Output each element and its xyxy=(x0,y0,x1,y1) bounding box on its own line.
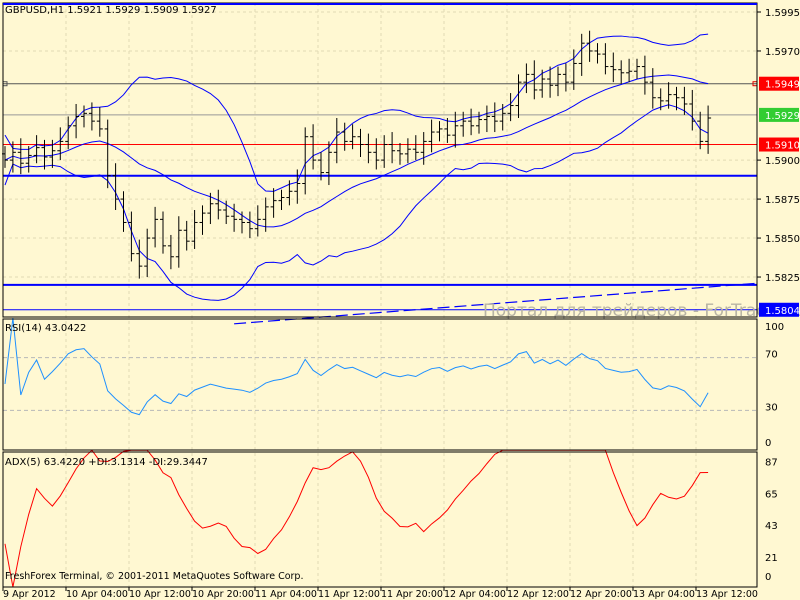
chart-background xyxy=(0,0,800,600)
adx-tick-label: 65 xyxy=(765,489,778,500)
time-tick-label: 11 Apr 20:00 xyxy=(381,589,443,600)
time-tick-label: 12 Apr 12:00 xyxy=(507,589,569,600)
price-label: 1.5949 xyxy=(765,80,800,91)
adx-tick-label: 21 xyxy=(765,553,778,564)
price-tick-label: 1.5995 xyxy=(765,8,800,19)
time-tick-label: 12 Apr 20:00 xyxy=(570,589,632,600)
price-tick-label: 1.5850 xyxy=(765,234,800,245)
price-tick-label: 1.5970 xyxy=(765,47,800,58)
price-label: 1.5910 xyxy=(765,141,800,152)
price-tick-label: 1.5825 xyxy=(765,273,800,284)
rsi-label: RSI(14) 43.0422 xyxy=(5,323,86,334)
price-label: 1.5929 xyxy=(765,111,800,122)
price-tick-label: 1.5875 xyxy=(765,195,800,206)
trading-chart[interactable]: Портал для трейдеров - ForTrader.ru 1.59… xyxy=(0,0,800,600)
adx-label: ADX(5) 63.4220 +DI:3.1314 -DI:29.3447 xyxy=(5,457,208,468)
rsi-tick-label: 100 xyxy=(765,322,784,333)
adx-tick-label: 0 xyxy=(765,572,771,583)
time-tick-label: 10 Apr 20:00 xyxy=(192,589,254,600)
time-tick-label: 11 Apr 12:00 xyxy=(318,589,380,600)
time-tick-label: 10 Apr 12:00 xyxy=(129,589,191,600)
time-tick-label: 10 Apr 04:00 xyxy=(66,589,128,600)
price-label: 1.5804 xyxy=(765,306,800,317)
time-tick-label: 13 Apr 12:00 xyxy=(696,589,758,600)
rsi-tick-label: 0 xyxy=(765,438,771,449)
rsi-tick-label: 30 xyxy=(765,402,778,413)
watermark: Портал для трейдеров - ForTrader.ru xyxy=(483,301,800,321)
time-tick-label: 9 Apr 2012 xyxy=(3,589,56,600)
symbol-header: GBPUSD,H1 1.5921 1.5929 1.5909 1.5927 xyxy=(5,5,217,16)
adx-tick-label: 43 xyxy=(765,521,778,532)
footer-copyright: FreshForex Terminal, © 2001-2011 MetaQuo… xyxy=(5,571,304,582)
rsi-tick-label: 70 xyxy=(765,350,778,361)
time-tick-label: 12 Apr 04:00 xyxy=(444,589,506,600)
adx-tick-label: 87 xyxy=(765,458,778,469)
price-tick-label: 1.5900 xyxy=(765,156,800,167)
time-tick-label: 11 Apr 04:00 xyxy=(255,589,317,600)
time-tick-label: 13 Apr 04:00 xyxy=(633,589,695,600)
